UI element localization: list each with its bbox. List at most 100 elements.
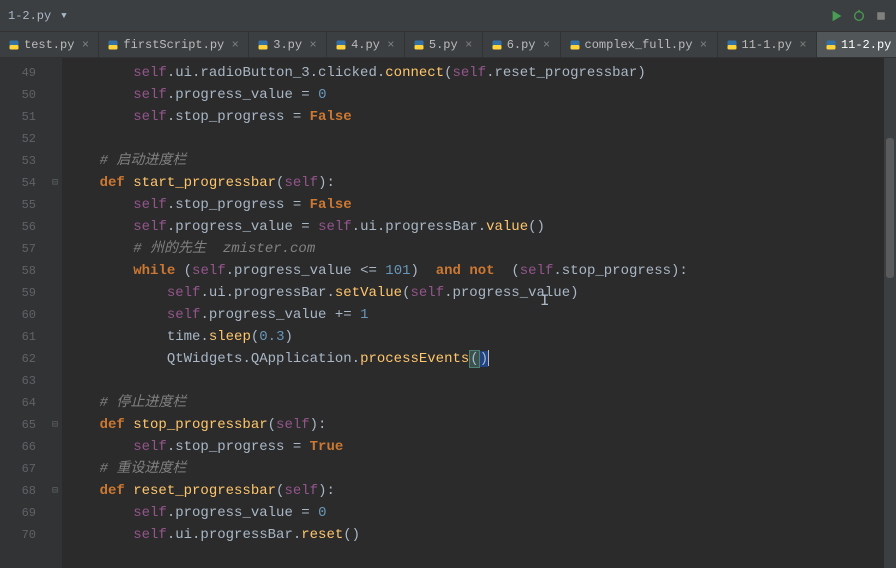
tab-label: 4.py	[351, 38, 380, 52]
editor-tabs: test.py×firstScript.py×3.py×4.py×5.py×6.…	[0, 32, 896, 58]
line-number: 62	[0, 348, 48, 370]
python-file-icon	[413, 39, 425, 51]
line-number: 58	[0, 260, 48, 282]
code-line: time.sleep(0.3)	[62, 326, 896, 348]
line-number: 65	[0, 414, 48, 436]
vertical-scrollbar[interactable]	[884, 58, 896, 568]
code-line: self.stop_progress = False	[62, 194, 896, 216]
line-number: 64	[0, 392, 48, 414]
line-gutter: 4950515253545556575859606162636465666768…	[0, 58, 48, 568]
fold-column: ⊟ ⊟ ⊟	[48, 58, 62, 568]
tab-firstScript-py[interactable]: firstScript.py×	[99, 32, 249, 57]
line-number: 68	[0, 480, 48, 502]
close-icon[interactable]: ×	[542, 40, 552, 50]
tab-complex_full-py[interactable]: complex_full.py ×	[561, 32, 718, 57]
fold-empty	[48, 458, 62, 480]
line-number: 49	[0, 62, 48, 84]
line-number: 54	[0, 172, 48, 194]
tab-label: test.py	[24, 38, 74, 52]
caret	[488, 350, 489, 366]
fold-empty	[48, 502, 62, 524]
line-number: 56	[0, 216, 48, 238]
line-number: 70	[0, 524, 48, 546]
tab-label: complex_full.py	[585, 38, 693, 52]
tab-label: 3.py	[273, 38, 302, 52]
close-icon[interactable]: ×	[230, 40, 240, 50]
fold-toggle-icon[interactable]: ⊟	[48, 172, 62, 194]
line-number: 59	[0, 282, 48, 304]
code-line	[62, 128, 896, 150]
fold-empty	[48, 348, 62, 370]
toolbar: 1-2.py ▼	[0, 0, 896, 32]
debug-icon[interactable]	[852, 9, 866, 23]
line-number: 51	[0, 106, 48, 128]
code-line: def stop_progressbar(self):	[62, 414, 896, 436]
close-icon[interactable]: ×	[699, 40, 709, 50]
stop-icon[interactable]	[874, 9, 888, 23]
fold-empty	[48, 326, 62, 348]
tab-label: 11-1.py	[742, 38, 792, 52]
text-cursor-icon: I	[540, 293, 550, 309]
python-file-icon	[335, 39, 347, 51]
tab-test-py[interactable]: test.py ×	[0, 32, 99, 57]
line-number: 57	[0, 238, 48, 260]
fold-empty	[48, 84, 62, 106]
tab-label: 6.py	[507, 38, 536, 52]
code-line: self.progress_value = 0	[62, 84, 896, 106]
code-line: QtWidgets.QApplication.processEvents()	[62, 348, 896, 370]
python-file-icon	[257, 39, 269, 51]
tab-label: 5.py	[429, 38, 458, 52]
code-line: def start_progressbar(self):	[62, 172, 896, 194]
fold-toggle-icon[interactable]: ⊟	[48, 414, 62, 436]
fold-empty	[48, 524, 62, 546]
line-number: 63	[0, 370, 48, 392]
code-line: self.ui.progressBar.reset()	[62, 524, 896, 546]
dropdown-icon[interactable]: ▼	[61, 11, 66, 21]
code-line: def reset_progressbar(self):	[62, 480, 896, 502]
code-line: self.progress_value = self.ui.progressBa…	[62, 216, 896, 238]
tab-4-py[interactable]: 4.py ×	[327, 32, 405, 57]
code-line: self.stop_progress = True	[62, 436, 896, 458]
breadcrumb-file: 1-2.py	[8, 9, 51, 23]
line-number: 53	[0, 150, 48, 172]
fold-empty	[48, 392, 62, 414]
tab-11-1-py[interactable]: 11-1.py ×	[718, 32, 817, 57]
fold-empty	[48, 282, 62, 304]
scrollbar-thumb[interactable]	[886, 138, 894, 278]
fold-empty	[48, 128, 62, 150]
python-file-icon	[825, 39, 837, 51]
tab-label: 11-2.py	[841, 38, 891, 52]
code-line: # 重设进度栏	[62, 458, 896, 480]
tab-11-2-py[interactable]: 11-2.py×	[817, 32, 896, 57]
code-line: while (self.progress_value <= 101) and n…	[62, 260, 896, 282]
close-icon[interactable]: ×	[386, 40, 396, 50]
line-number: 50	[0, 84, 48, 106]
python-file-icon	[726, 39, 738, 51]
close-icon[interactable]: ×	[80, 40, 90, 50]
editor-area: 4950515253545556575859606162636465666768…	[0, 58, 896, 568]
code-line: self.stop_progress = False	[62, 106, 896, 128]
fold-empty	[48, 194, 62, 216]
code-line: self.ui.radioButton_3.clicked.connect(se…	[62, 62, 896, 84]
python-file-icon	[569, 39, 581, 51]
run-icon[interactable]	[830, 9, 844, 23]
tab-6-py[interactable]: 6.py ×	[483, 32, 561, 57]
code-line: # 停止进度栏	[62, 392, 896, 414]
close-icon[interactable]: ×	[308, 40, 318, 50]
python-file-icon	[8, 39, 20, 51]
fold-empty	[48, 370, 62, 392]
line-number: 52	[0, 128, 48, 150]
code-line: # 州的先生 zmister.com	[62, 238, 896, 260]
python-file-icon	[107, 39, 119, 51]
code-content[interactable]: self.ui.radioButton_3.clicked.connect(se…	[62, 58, 896, 568]
code-line	[62, 370, 896, 392]
code-line: # 启动进度栏	[62, 150, 896, 172]
tab-3-py[interactable]: 3.py ×	[249, 32, 327, 57]
close-icon[interactable]: ×	[464, 40, 474, 50]
python-file-icon	[491, 39, 503, 51]
fold-empty	[48, 62, 62, 84]
fold-toggle-icon[interactable]: ⊟	[48, 480, 62, 502]
line-number: 67	[0, 458, 48, 480]
tab-5-py[interactable]: 5.py ×	[405, 32, 483, 57]
close-icon[interactable]: ×	[798, 40, 808, 50]
